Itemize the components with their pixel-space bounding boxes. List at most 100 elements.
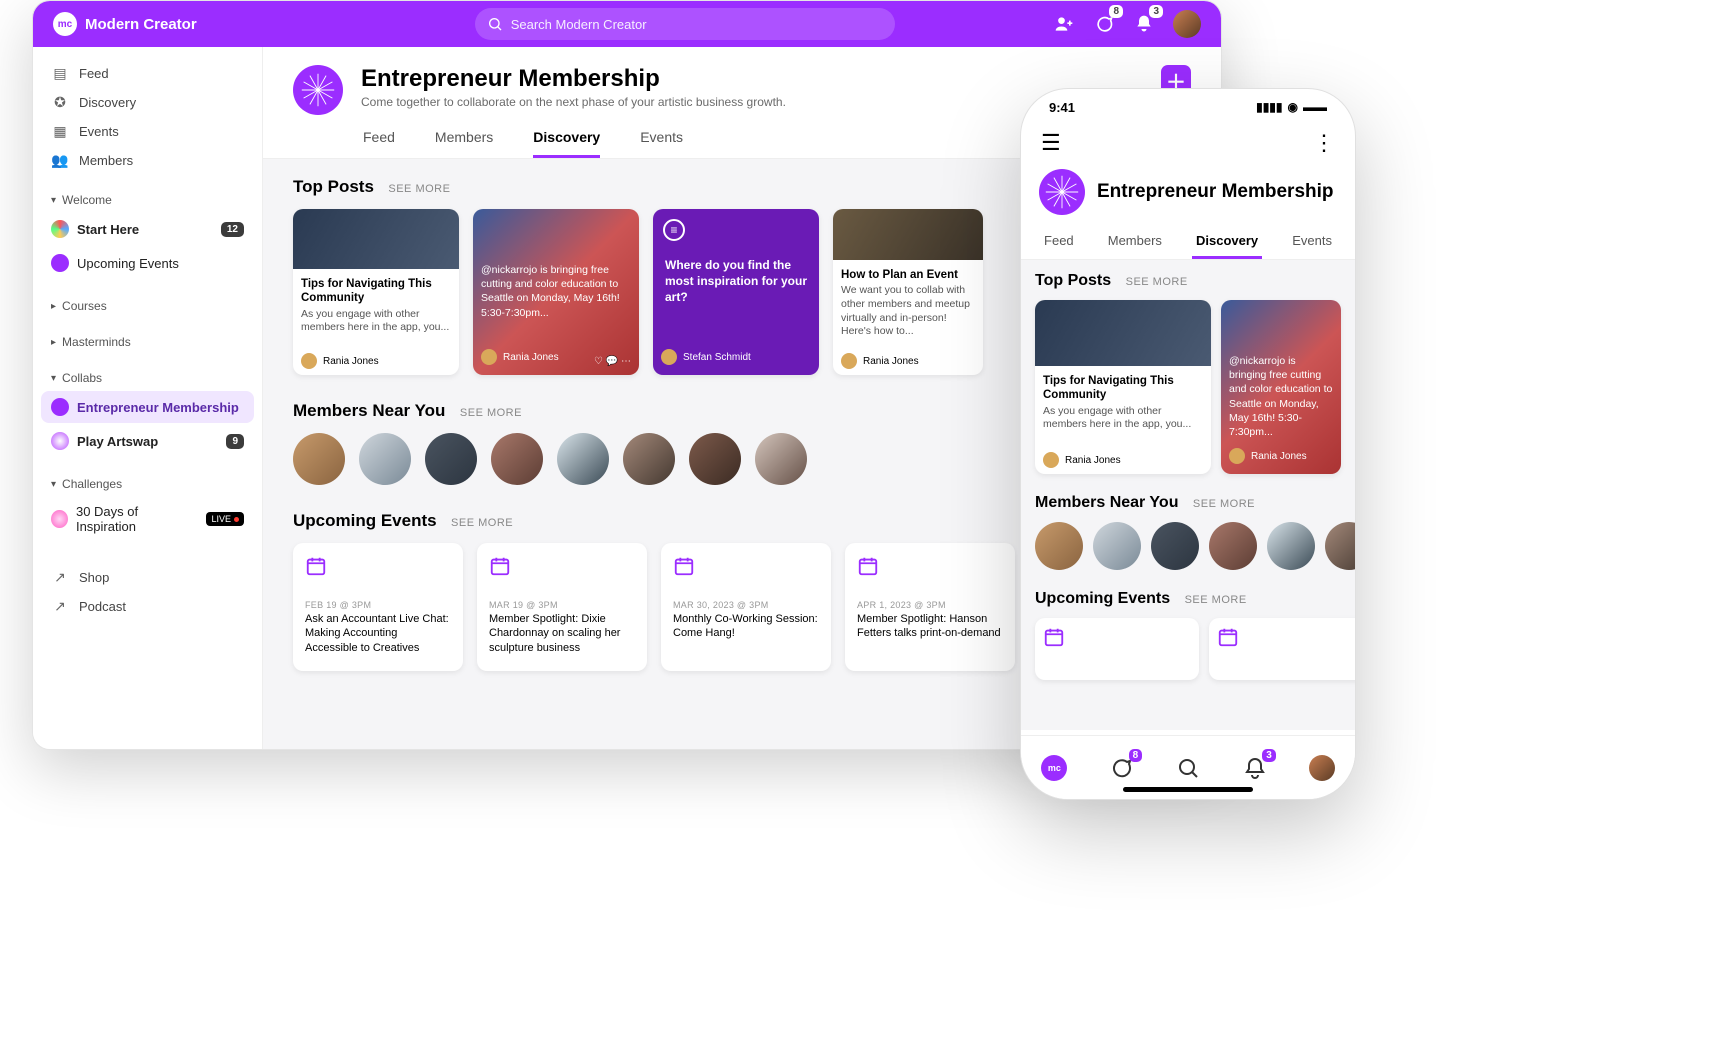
chat-badge: 8 xyxy=(1129,749,1143,762)
section-masterminds[interactable]: Masterminds xyxy=(41,331,254,353)
section-title: Members Near You xyxy=(293,401,445,421)
user-avatar[interactable] xyxy=(1173,10,1201,38)
member-avatar[interactable] xyxy=(1209,522,1257,570)
tab-discovery[interactable]: Discovery xyxy=(1192,227,1262,259)
section-title: Top Posts xyxy=(293,177,374,197)
member-avatar[interactable] xyxy=(1267,522,1315,570)
calendar-icon xyxy=(1217,626,1239,648)
post-image xyxy=(1035,300,1211,366)
menu-icon[interactable]: ☰ xyxy=(1041,130,1061,156)
dot-icon xyxy=(51,510,68,528)
tab-feed[interactable]: Feed xyxy=(363,129,395,158)
see-more-link[interactable]: SEE MORE xyxy=(1185,594,1247,606)
see-more-link[interactable]: SEE MORE xyxy=(451,517,513,529)
bell-badge: 3 xyxy=(1262,749,1276,762)
post-card[interactable]: @nickarrojo is bringing free cutting and… xyxy=(1221,300,1341,474)
brand-logo-icon: mc xyxy=(53,12,77,36)
post-card[interactable]: Tips for Navigating This Community As yo… xyxy=(1035,300,1211,474)
member-avatar[interactable] xyxy=(689,433,741,485)
member-avatar[interactable] xyxy=(557,433,609,485)
tab-feed[interactable]: Feed xyxy=(1040,227,1078,259)
bell-icon[interactable]: 3 xyxy=(1133,13,1155,35)
sidebar-item-30days[interactable]: 30 Days of Inspiration LIVE xyxy=(41,497,254,541)
calendar-icon xyxy=(489,555,511,577)
section-courses[interactable]: Courses xyxy=(41,295,254,317)
member-avatar[interactable] xyxy=(755,433,807,485)
post-card[interactable]: How to Plan an Event We want you to coll… xyxy=(833,209,983,375)
event-card[interactable]: FEB 19 @ 3PM Ask an Accountant Live Chat… xyxy=(293,543,463,671)
see-more-link[interactable]: SEE MORE xyxy=(460,407,522,419)
author-avatar xyxy=(661,349,677,365)
brand[interactable]: mc Modern Creator xyxy=(53,12,197,36)
member-avatar[interactable] xyxy=(623,433,675,485)
phone-tabbar: mc 8 3 xyxy=(1021,735,1355,799)
battery-icon: ▬▬ xyxy=(1303,100,1327,114)
phone-mockup: 9:41 ▮▮▮▮ ◉ ▬▬ ☰ ⋮ Entrepreneur Membersh… xyxy=(1020,88,1356,800)
post-card[interactable]: @nickarrojo is bringing free cutting and… xyxy=(473,209,639,375)
member-avatar[interactable] xyxy=(359,433,411,485)
calendar-icon xyxy=(673,555,695,577)
status-icons: ▮▮▮▮ ◉ ▬▬ xyxy=(1256,100,1327,114)
section-collabs[interactable]: Collabs xyxy=(41,367,254,389)
community-logo-icon xyxy=(293,65,343,115)
member-avatar[interactable] xyxy=(425,433,477,485)
sidebar-item-artswap[interactable]: Play Artswap 9 xyxy=(41,425,254,457)
color-dot-icon xyxy=(51,220,69,238)
search-input[interactable]: Search Modern Creator xyxy=(475,8,895,40)
post-card[interactable]: Tips for Navigating This Community As yo… xyxy=(293,209,459,375)
member-avatar[interactable] xyxy=(1035,522,1083,570)
author-avatar xyxy=(841,353,857,369)
member-avatar[interactable] xyxy=(1325,522,1355,570)
tab-profile-avatar[interactable] xyxy=(1307,753,1337,783)
event-card[interactable] xyxy=(1209,618,1355,680)
member-avatar[interactable] xyxy=(293,433,345,485)
sidebar-item-entrepreneur[interactable]: Entrepreneur Membership xyxy=(41,391,254,423)
event-card[interactable]: MAR 19 @ 3PM Member Spotlight: Dixie Cha… xyxy=(477,543,647,671)
tab-discovery[interactable]: Discovery xyxy=(533,129,600,158)
member-avatar[interactable] xyxy=(1151,522,1199,570)
see-more-link[interactable]: SEE MORE xyxy=(388,183,450,195)
tab-members[interactable]: Members xyxy=(1104,227,1166,259)
nav-feed[interactable]: ▤Feed xyxy=(41,59,254,88)
sidebar-item-upcoming-events[interactable]: Upcoming Events xyxy=(41,247,254,279)
event-card[interactable]: APR 1, 2023 @ 3PM Member Spotlight: Hans… xyxy=(845,543,1015,671)
tab-home-icon[interactable]: mc xyxy=(1039,753,1069,783)
section-challenges[interactable]: Challenges xyxy=(41,473,254,495)
signal-icon: ▮▮▮▮ xyxy=(1256,100,1282,114)
section-title: Top Posts xyxy=(1035,272,1111,290)
chat-badge: 8 xyxy=(1109,5,1123,18)
member-avatar[interactable] xyxy=(491,433,543,485)
chat-icon[interactable]: 8 xyxy=(1093,13,1115,35)
event-card[interactable]: MAR 30, 2023 @ 3PM Monthly Co-Working Se… xyxy=(661,543,831,671)
tab-search-icon[interactable] xyxy=(1173,753,1203,783)
sidebar-item-start-here[interactable]: Start Here 12 xyxy=(41,213,254,245)
see-more-link[interactable]: SEE MORE xyxy=(1126,276,1188,288)
member-avatar[interactable] xyxy=(1093,522,1141,570)
add-member-icon[interactable] xyxy=(1053,13,1075,35)
dot-icon xyxy=(51,432,69,450)
link-shop[interactable]: ↗Shop xyxy=(41,563,254,592)
tab-chat-icon[interactable]: 8 xyxy=(1106,753,1136,783)
section-title: Upcoming Events xyxy=(293,511,437,531)
tab-events[interactable]: Events xyxy=(640,129,683,158)
section-welcome[interactable]: Welcome xyxy=(41,189,254,211)
topbar-actions: 8 3 xyxy=(1053,10,1201,38)
compass-icon: ✪ xyxy=(51,94,69,111)
external-link-icon: ↗ xyxy=(51,569,69,586)
tab-events[interactable]: Events xyxy=(1288,227,1336,259)
nav-discovery[interactable]: ✪Discovery xyxy=(41,88,254,117)
nav-events[interactable]: ▦Events xyxy=(41,117,254,146)
page-title: Entrepreneur Membership xyxy=(361,65,786,93)
link-podcast[interactable]: ↗Podcast xyxy=(41,592,254,621)
nav-members[interactable]: 👥Members xyxy=(41,146,254,175)
tab-bell-icon[interactable]: 3 xyxy=(1240,753,1270,783)
more-icon[interactable]: ⋮ xyxy=(1313,130,1335,156)
event-card[interactable] xyxy=(1035,618,1199,680)
phone-page-header: Entrepreneur Membership xyxy=(1021,161,1355,223)
members-icon: 👥 xyxy=(51,152,69,169)
external-link-icon: ↗ xyxy=(51,598,69,615)
search-placeholder: Search Modern Creator xyxy=(511,17,647,32)
see-more-link[interactable]: SEE MORE xyxy=(1193,498,1255,510)
post-card-question[interactable]: ≡ Where do you find the most inspiration… xyxy=(653,209,819,375)
tab-members[interactable]: Members xyxy=(435,129,493,158)
